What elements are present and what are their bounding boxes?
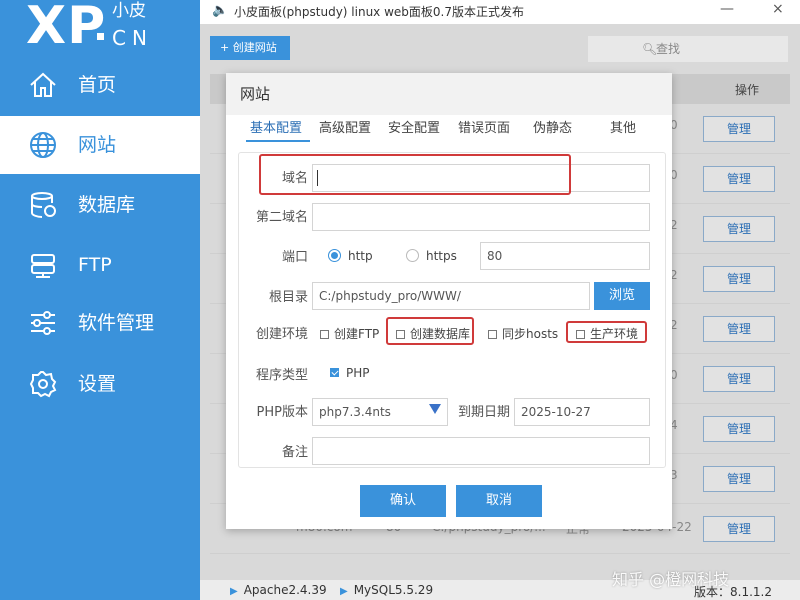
create-site-label: 创建网站 — [232, 41, 277, 54]
logo-dot — [97, 33, 104, 40]
active-tab-underline — [246, 140, 310, 142]
play-icon: ▶ — [340, 586, 348, 597]
chevron-down-icon[interactable] — [429, 404, 441, 414]
https-radio[interactable] — [406, 249, 419, 262]
sidebar-item-software[interactable]: 软件管理 — [0, 294, 200, 352]
sidebar: XP 小皮 CN 首页 网站 数据库 FTP 软件管理 设置 — [0, 0, 200, 600]
db-checkbox[interactable] — [396, 330, 405, 339]
sidebar-item-home[interactable]: 首页 — [0, 56, 200, 114]
close-button[interactable]: × — [772, 1, 784, 17]
env-label: 创建环境 — [255, 327, 308, 342]
search-icon: 🔍︎ — [642, 42, 658, 56]
website-dialog: 网站 基本配置 高级配置 安全配置 错误页面 伪静态 其他 域名 第二域名 端口… — [226, 73, 672, 529]
php-version-select[interactable]: php7.3.4nts — [312, 398, 448, 426]
tab-advanced-config[interactable]: 高级配置 — [319, 120, 371, 138]
confirm-button[interactable]: 确认 — [360, 485, 446, 517]
search-placeholder: 查找 — [656, 42, 681, 56]
hosts-checkbox[interactable] — [488, 330, 497, 339]
manage-button[interactable]: 管理 — [703, 516, 775, 542]
tab-error-pages[interactable]: 错误页面 — [458, 120, 510, 138]
home-icon — [28, 70, 58, 100]
operation-header: 操作 — [735, 83, 760, 97]
expire-input[interactable]: 2025-10-27 — [514, 398, 650, 426]
domain-label: 域名 — [281, 171, 308, 186]
hosts-checkbox-label: 同步hosts — [502, 327, 559, 341]
database-icon — [28, 190, 58, 220]
manage-button[interactable]: 管理 — [703, 466, 775, 492]
prod-checkbox-label: 生产环境 — [590, 327, 639, 341]
window-title: 小皮面板(phpstudy) linux web面板0.7版本正式发布 — [234, 5, 524, 19]
ftp-icon — [28, 250, 58, 280]
create-site-button[interactable]: + 创建网站 — [210, 36, 290, 60]
sidebar-item-website[interactable]: 网站 — [0, 116, 200, 174]
php-checkbox[interactable] — [330, 368, 339, 377]
manage-button[interactable]: 管理 — [703, 166, 775, 192]
plus-icon: + — [220, 41, 233, 54]
tab-rewrite[interactable]: 伪静态 — [533, 120, 572, 138]
manage-button[interactable]: 管理 — [703, 366, 775, 392]
sliders-icon — [28, 308, 58, 338]
ftp-checkbox-label: 创建FTP — [334, 327, 380, 341]
gear-icon — [28, 369, 58, 399]
sidebar-item-database[interactable]: 数据库 — [0, 176, 200, 234]
speaker-icon: 🔈 — [212, 3, 229, 18]
domain-input[interactable] — [312, 164, 650, 192]
https-label: https — [426, 249, 457, 263]
manage-button[interactable]: 管理 — [703, 266, 775, 292]
php-version-label: PHP版本 — [256, 405, 308, 420]
logo-cn-top: 小皮 — [112, 1, 146, 21]
manage-button[interactable]: 管理 — [703, 316, 775, 342]
text-cursor — [317, 170, 318, 186]
sidebar-item-label: 网站 — [78, 134, 117, 156]
apache-status: ▶ Apache2.4.39 — [230, 583, 327, 597]
apache-label: Apache2.4.39 — [243, 583, 327, 597]
cancel-button[interactable]: 取消 — [456, 485, 542, 517]
sidebar-item-ftp[interactable]: FTP — [0, 236, 200, 294]
prod-checkbox[interactable] — [576, 330, 585, 339]
db-checkbox-label: 创建数据库 — [410, 327, 471, 341]
sidebar-item-label: 设置 — [78, 373, 117, 395]
watermark: 知乎 @橙网科技 — [612, 570, 730, 589]
mysql-status: ▶ MySQL5.5.29 — [340, 583, 433, 597]
search-input[interactable]: 🔍︎ 查找 — [588, 36, 788, 62]
expire-label: 到期日期 — [457, 405, 510, 420]
root-label: 根目录 — [268, 290, 308, 305]
manage-button[interactable]: 管理 — [703, 216, 775, 242]
sidebar-item-label: 软件管理 — [78, 312, 155, 334]
tab-security-config[interactable]: 安全配置 — [388, 120, 440, 138]
play-icon: ▶ — [230, 586, 238, 597]
php-checkbox-label: PHP — [346, 366, 370, 380]
ftp-checkbox[interactable] — [320, 330, 329, 339]
sidebar-item-label: FTP — [78, 254, 112, 276]
remark-label: 备注 — [281, 445, 308, 460]
logo-xp: XP — [26, 0, 107, 56]
logo: XP 小皮 CN — [0, 0, 200, 56]
browse-button[interactable]: 浏览 — [594, 282, 650, 310]
globe-icon — [28, 130, 58, 160]
minimize-button[interactable]: — — [720, 1, 734, 17]
sidebar-item-label: 数据库 — [78, 194, 136, 216]
root-input[interactable]: C:/phpstudy_pro/WWW/ — [312, 282, 590, 310]
domain2-label: 第二域名 — [255, 210, 308, 225]
http-radio[interactable] — [328, 249, 341, 262]
logo-cn-bottom: CN — [112, 26, 153, 50]
tab-basic-config[interactable]: 基本配置 — [250, 120, 302, 138]
title-bar: 🔈 小皮面板(phpstudy) linux web面板0.7版本正式发布 — … — [200, 0, 800, 24]
sidebar-item-settings[interactable]: 设置 — [0, 355, 200, 413]
http-label: http — [348, 249, 373, 263]
tab-other[interactable]: 其他 — [610, 120, 636, 138]
sidebar-item-label: 首页 — [78, 74, 117, 96]
port-input[interactable]: 80 — [480, 242, 650, 270]
port-label: 端口 — [281, 250, 308, 265]
manage-button[interactable]: 管理 — [703, 416, 775, 442]
remark-input[interactable] — [312, 437, 650, 465]
prog-type-label: 程序类型 — [255, 368, 308, 383]
dialog-title: 网站 — [226, 73, 672, 115]
manage-button[interactable]: 管理 — [703, 116, 775, 142]
mysql-label: MySQL5.5.29 — [353, 583, 434, 597]
domain2-input[interactable] — [312, 203, 650, 231]
